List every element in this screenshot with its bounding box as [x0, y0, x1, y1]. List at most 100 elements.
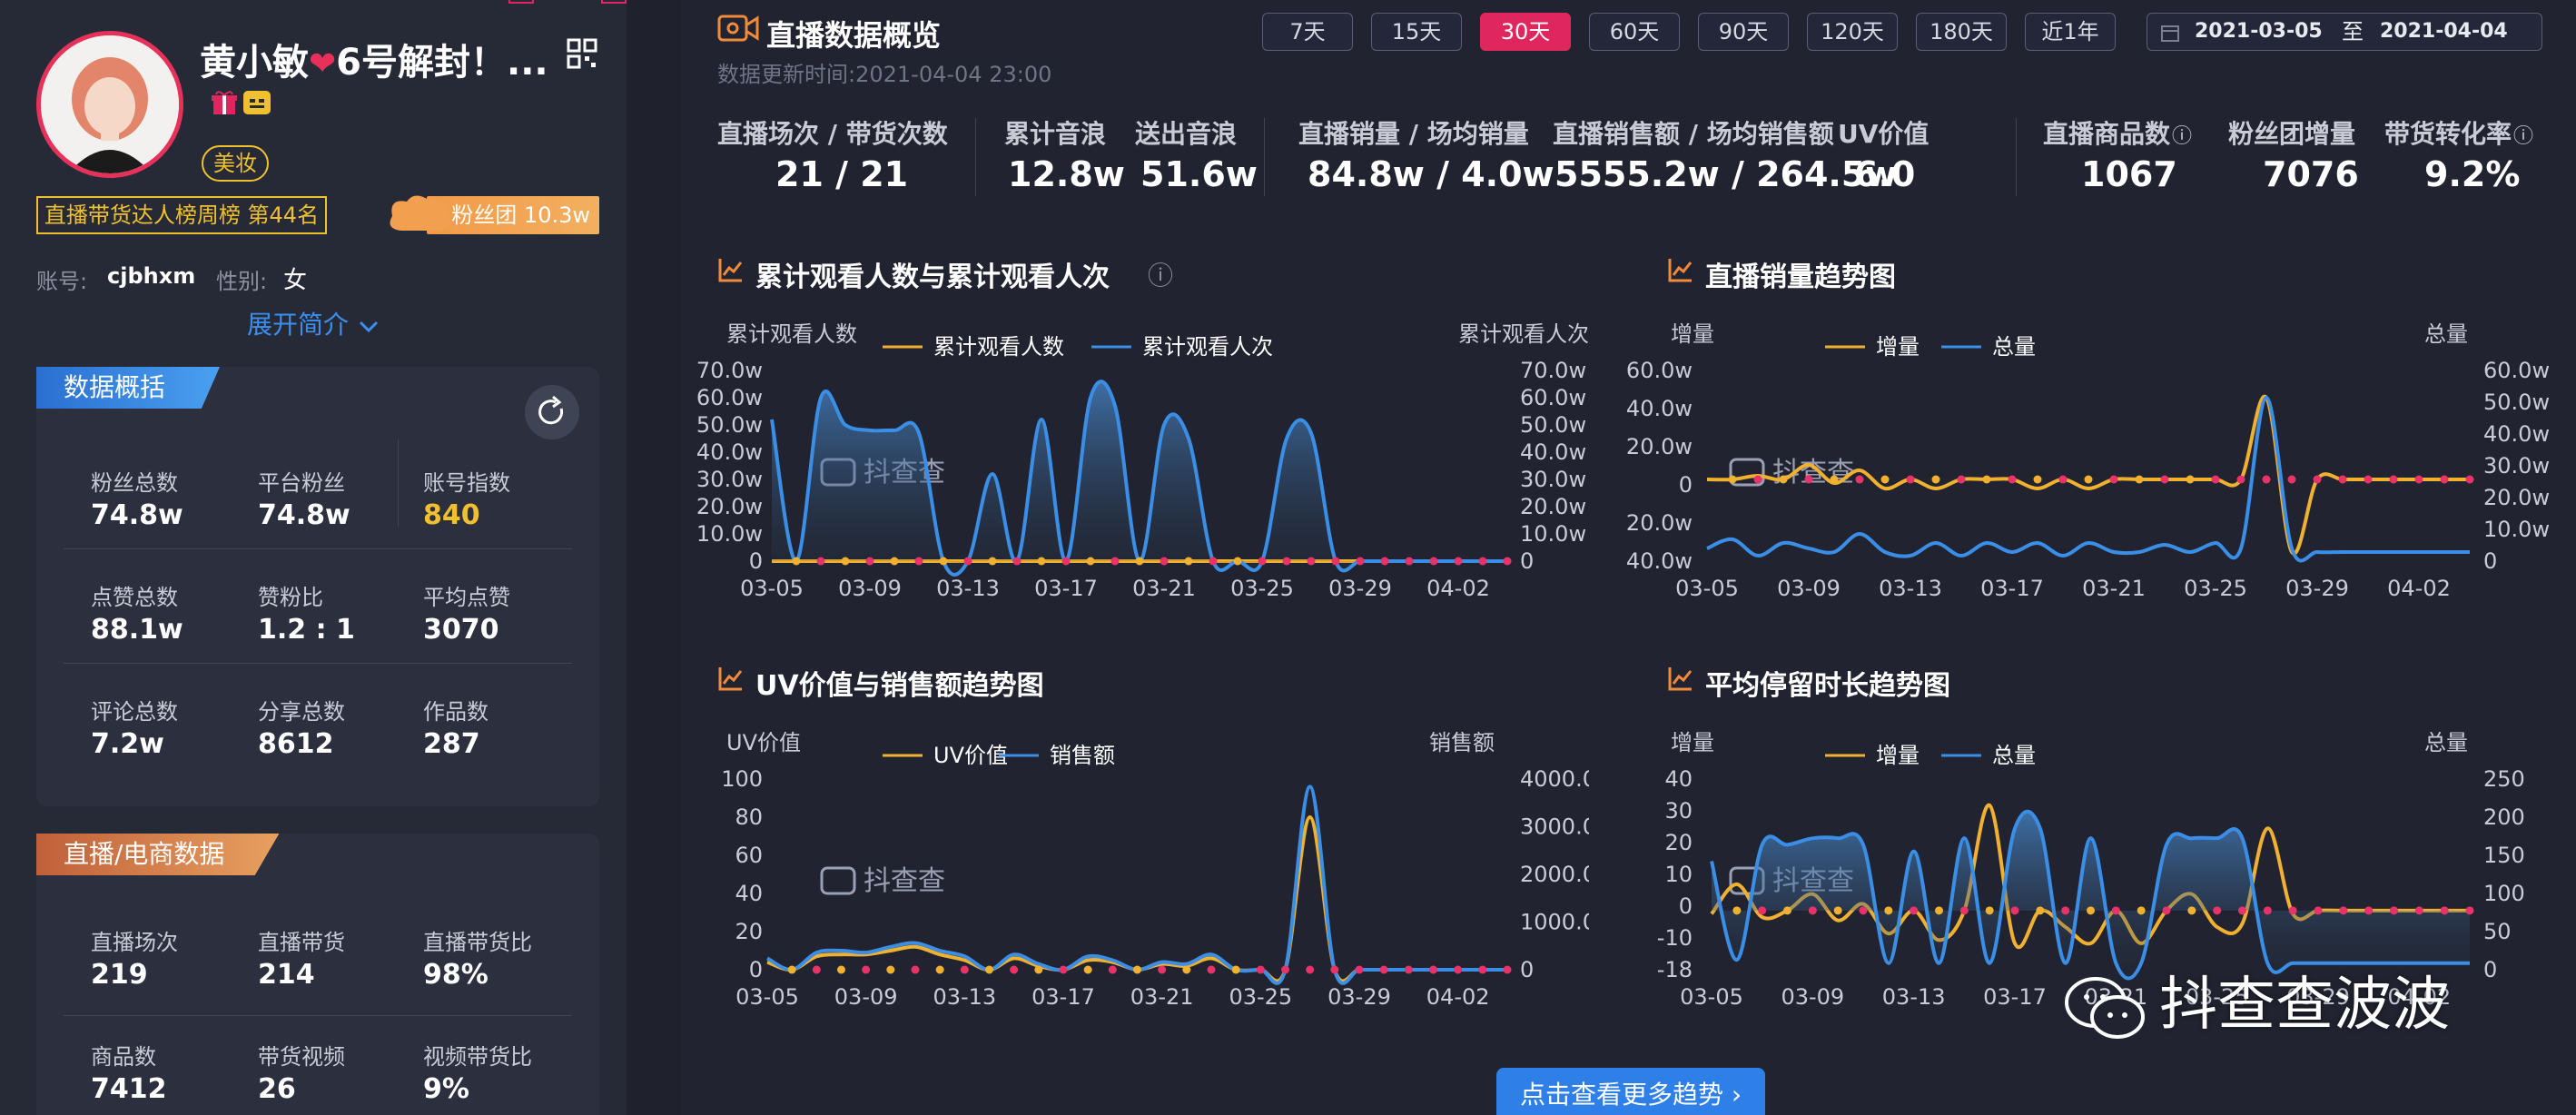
wechat-account-overlay: 抖查查波波	[2061, 958, 2450, 1044]
data-point	[2008, 475, 2017, 484]
y-tick-right: 250	[2483, 766, 2525, 792]
range-90d-button[interactable]: 90天	[1698, 13, 1789, 51]
y-tick-left: 20.0w	[696, 494, 763, 519]
date-range-picker[interactable]: 2021-03-05 至 2021-04-04	[2147, 13, 2542, 51]
data-point	[1330, 965, 1339, 974]
more-trends-button[interactable]: 点击查看更多趋势 ›	[1496, 1068, 1765, 1115]
range-120d-button[interactable]: 120天	[1807, 13, 1898, 51]
range-180d-button[interactable]: 180天	[1916, 13, 2007, 51]
data-point	[1160, 557, 1169, 566]
legend-label: 累计观看人数	[933, 334, 1064, 360]
data-point	[1503, 557, 1512, 566]
qrcode-icon[interactable]	[567, 38, 597, 69]
metric-value: 51.6w	[1140, 154, 1258, 194]
watermark-text: 抖查查	[864, 865, 945, 897]
y-tick-left: -18	[1657, 957, 1693, 982]
stat-value: 7412	[91, 1073, 167, 1105]
data-point	[2389, 475, 2398, 484]
category-tag[interactable]: 美妆	[202, 145, 269, 182]
chevron-right-icon: ›	[1731, 1080, 1742, 1110]
data-point	[2111, 906, 2120, 915]
profile-name: 黄小敏❤6号解封！...	[200, 33, 548, 85]
avatar-image	[41, 35, 179, 173]
y-tick-right: 0	[2483, 957, 2497, 982]
range-1y-button[interactable]: 近1年	[2025, 13, 2116, 51]
metric-value: 6.0	[1854, 154, 1916, 194]
metric-value: 12.8w	[1008, 154, 1125, 194]
data-point	[2137, 906, 2146, 915]
range-60d-button[interactable]: 60天	[1589, 13, 1680, 51]
data-point	[1982, 475, 1991, 484]
data-point	[862, 965, 871, 974]
date-to[interactable]: 2021-04-04	[2380, 14, 2508, 50]
data-point	[939, 557, 948, 566]
x-tick: 03-17	[1034, 576, 1098, 601]
chart3-title: UV价值与销售额趋势图	[755, 670, 1044, 702]
y-tick-right: 70.0w	[1520, 358, 1586, 383]
overview-hline-1	[64, 548, 572, 549]
data-point	[1010, 965, 1019, 974]
data-point	[988, 557, 997, 566]
data-point	[2287, 475, 2296, 484]
stat-value: 98%	[423, 959, 489, 991]
x-tick: 03-09	[834, 984, 898, 1010]
y-tick-right: 1000.0w	[1520, 910, 1589, 935]
range-30d-button[interactable]: 30天	[1480, 13, 1571, 51]
data-point	[1959, 906, 1969, 915]
stat-value: 26	[258, 1073, 296, 1105]
rank-badge[interactable]: 直播带货达人榜周榜 第44名	[36, 196, 327, 234]
data-point	[1758, 906, 1767, 915]
overview-title: 数据概括	[36, 367, 221, 409]
x-tick: 04-02	[1426, 576, 1490, 601]
y-tick-right: 30.0w	[2483, 453, 2550, 479]
series-line-0	[1706, 394, 2470, 556]
data-point	[963, 557, 972, 566]
data-point	[2058, 475, 2068, 484]
x-tick: 03-09	[1781, 984, 1844, 1010]
chart-sales-volume[interactable]: 增量 总量增量 总量60.0w40.0w20.0w0-20.0w-40.0w60.0…	[1625, 309, 2576, 617]
fans-club-badge[interactable]: 粉丝团 10.3w	[390, 195, 599, 234]
y-tick-right: 100	[2483, 881, 2525, 906]
chart-uv-sales[interactable]: UV价值销售额UV价值销售额1008060402004000.0w3000.0w…	[681, 717, 1589, 1026]
help-icon[interactable]: ⓘ	[1148, 256, 1173, 292]
y-tick-right: 30.0w	[1520, 467, 1586, 492]
stat-label: 直播带货比	[423, 930, 532, 955]
y-tick-left: 20.0w	[1626, 434, 1693, 459]
heart-icon: ❤	[309, 45, 337, 83]
range-15d-button[interactable]: 15天	[1371, 13, 1462, 51]
data-point	[2160, 475, 2169, 484]
range-7d-button[interactable]: 7天	[1262, 13, 1353, 51]
data-point	[2135, 475, 2144, 484]
y-tick-left: 0	[1679, 893, 1693, 919]
y-tick-right: 4000.0w	[1520, 766, 1589, 792]
chart-viewers[interactable]: 累计观看人数 累计观看人次累计观看人数 累计观看人次70.0w60.0w50.0w4…	[681, 309, 1589, 617]
refresh-icon[interactable]	[525, 385, 579, 439]
data-point	[1833, 906, 1842, 915]
x-tick: 03-13	[1882, 984, 1946, 1010]
x-tick: 03-05	[1675, 576, 1739, 601]
data-point	[1957, 475, 1966, 484]
stat-value: 219	[91, 959, 148, 991]
metric-value: 7076	[2263, 154, 2359, 194]
y-tick-left: 60.0w	[696, 385, 763, 410]
y-tick-left: 10.0w	[696, 521, 763, 547]
data-point	[1306, 965, 1315, 974]
help-icon[interactable]: ⓘ	[2172, 125, 2192, 148]
data-point	[865, 557, 874, 566]
chart1-title: 累计观看人数与累计观看人次	[755, 261, 1110, 293]
y-tick-right: 0	[1520, 548, 1534, 574]
data-point	[1454, 557, 1463, 566]
y-tick-left: 30	[1664, 798, 1693, 824]
trend-icon	[1667, 665, 1694, 692]
data-point	[2364, 906, 2374, 915]
avatar[interactable]	[36, 31, 183, 178]
data-point	[2414, 475, 2423, 484]
help-icon[interactable]: ⓘ	[2513, 125, 2533, 148]
data-point	[1830, 475, 1839, 484]
data-point	[1037, 557, 1046, 566]
stat-label: 分享总数	[258, 699, 345, 725]
account-index-value: 840	[423, 499, 480, 531]
expand-intro-link[interactable]: 展开简介	[247, 305, 380, 341]
data-point	[2033, 475, 2042, 484]
date-from[interactable]: 2021-03-05	[2195, 14, 2323, 50]
